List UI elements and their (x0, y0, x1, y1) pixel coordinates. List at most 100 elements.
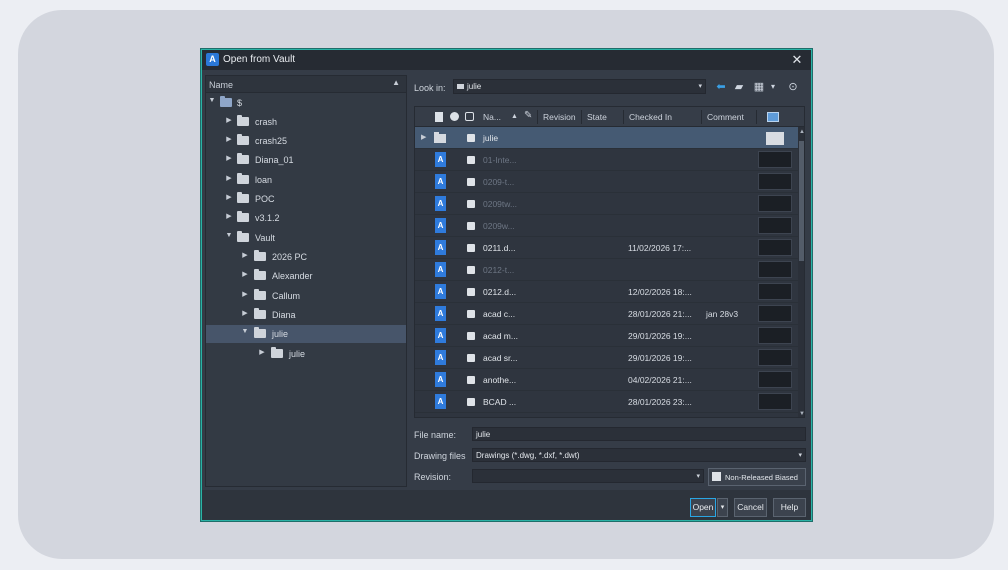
caret-right-icon[interactable]: ▶ (225, 193, 233, 201)
caret-down-icon[interactable]: ▼ (208, 97, 216, 104)
caret-right-icon[interactable]: ▶ (225, 212, 233, 220)
column-name[interactable]: Na... (483, 112, 501, 122)
file-type-select[interactable]: Drawings (*.dwg, *.dxf, *.dwt) ▾ (472, 448, 806, 462)
sort-ascending-icon[interactable]: ▲ (392, 78, 400, 87)
scrollbar-thumb[interactable] (799, 141, 804, 261)
open-button[interactable]: Open (690, 498, 716, 517)
table-row[interactable]: A 0212-t... (415, 259, 798, 281)
options-icon[interactable]: ⊙ (786, 80, 800, 94)
caret-right-icon[interactable]: ▶ (225, 154, 233, 162)
caret-right-icon[interactable]: ▶ (241, 290, 249, 298)
column-state[interactable]: State (587, 112, 607, 122)
row-checkbox[interactable] (467, 156, 475, 164)
close-icon[interactable]: ✕ (789, 52, 805, 68)
chevron-down-icon[interactable]: ▾ (696, 472, 700, 480)
row-checkbox[interactable] (467, 266, 475, 274)
caret-right-icon[interactable]: ▶ (241, 309, 249, 317)
row-checkbox[interactable] (467, 244, 475, 252)
look-in-dropdown[interactable]: julie ▾ (453, 79, 706, 94)
tree-node-loan[interactable]: ▶ loan (206, 171, 406, 189)
chevron-down-icon[interactable]: ▾ (698, 82, 702, 90)
tree-node-poc[interactable]: ▶ POC (206, 190, 406, 208)
title-bar[interactable]: A Open from Vault ✕ (202, 50, 811, 70)
row-checkbox[interactable] (467, 332, 475, 340)
caret-down-icon[interactable]: ▼ (225, 232, 233, 239)
status-column-icon[interactable] (450, 112, 459, 121)
file-type-column-icon[interactable] (435, 112, 443, 122)
scroll-down-icon[interactable]: ▼ (798, 411, 804, 417)
folder-icon (237, 115, 249, 126)
caret-right-icon[interactable]: ▶ (225, 135, 233, 143)
tree-node-julie-sub[interactable]: ▶ julie (206, 345, 406, 363)
table-row[interactable]: A BCAD ... 28/01/2026 23:... (415, 391, 798, 413)
back-arrow-icon[interactable]: ⬅ (714, 80, 728, 94)
table-row[interactable]: A acad sr... 29/01/2026 19:... (415, 347, 798, 369)
column-separator[interactable] (756, 110, 757, 124)
non-released-biased-button[interactable]: Non-Released Biased (708, 468, 806, 486)
caret-right-icon[interactable]: ▶ (241, 270, 249, 278)
table-row[interactable]: A 0211.d... 11/02/2026 17:... (415, 237, 798, 259)
column-comment[interactable]: Comment (707, 112, 744, 122)
table-row[interactable]: ▶ julie (415, 127, 798, 149)
row-checkbox[interactable] (467, 398, 475, 406)
cancel-button[interactable]: Cancel (734, 498, 767, 517)
caret-right-icon[interactable]: ▶ (225, 116, 233, 124)
tree-node-diana[interactable]: ▶ Diana (206, 306, 406, 324)
row-checkbox[interactable] (467, 178, 475, 186)
table-row[interactable]: A anothe... 04/02/2026 21:... (415, 369, 798, 391)
row-checkbox[interactable] (467, 376, 475, 384)
column-separator[interactable] (581, 110, 582, 124)
tree-node-crash25[interactable]: ▶ crash25 (206, 132, 406, 150)
row-checkbox[interactable] (467, 134, 475, 142)
column-separator[interactable] (623, 110, 624, 124)
tree-node-root[interactable]: ▼ $ (206, 94, 406, 112)
column-checked-in[interactable]: Checked In (629, 112, 672, 122)
row-checkbox[interactable] (467, 310, 475, 318)
thumbnail-column-icon[interactable] (767, 112, 779, 122)
table-row[interactable]: A 0212.d... 12/02/2026 18:... (415, 281, 798, 303)
tree-header[interactable]: Name ▲ (206, 76, 406, 93)
view-dropdown-icon[interactable]: ▾ (768, 80, 778, 94)
row-checkbox[interactable] (467, 354, 475, 362)
table-row[interactable]: A acad m... 29/01/2026 19:... (415, 325, 798, 347)
tree-node-v312[interactable]: ▶ v3.1.2 (206, 209, 406, 227)
tree-node-julie[interactable]: ▼ julie (206, 325, 406, 343)
file-name-input[interactable]: julie (472, 427, 806, 441)
caret-right-icon[interactable]: ▶ (241, 251, 249, 259)
open-options-button[interactable]: ▾ (717, 498, 728, 517)
up-folder-icon[interactable]: ▰ (732, 80, 746, 94)
table-row[interactable]: A acad c... 28/01/2026 21:... jan 28v3 (415, 303, 798, 325)
folder-tree[interactable]: Name ▲ ▼ $ ▶ crash ▶ crash25 ▶ Diana_01 … (205, 75, 407, 487)
caret-down-icon[interactable]: ▼ (241, 328, 249, 335)
sort-ascending-icon[interactable]: ▲ (511, 113, 518, 120)
view-grid-icon[interactable]: ▦ (752, 80, 766, 94)
column-separator[interactable] (537, 110, 538, 124)
tree-node-crash[interactable]: ▶ crash (206, 113, 406, 131)
row-checkbox[interactable] (467, 200, 475, 208)
row-checkbox[interactable] (467, 222, 475, 230)
file-grid[interactable]: Na... ▲ ✎ Revision State Checked In Comm… (414, 106, 805, 418)
row-checkbox[interactable] (467, 288, 475, 296)
table-row[interactable]: A 01-Inte... (415, 149, 798, 171)
help-button[interactable]: Help (773, 498, 806, 517)
tree-node-diana01[interactable]: ▶ Diana_01 (206, 151, 406, 169)
tree-node-label: Diana_01 (255, 155, 294, 165)
column-revision[interactable]: Revision (543, 112, 576, 122)
table-row[interactable]: A 0209w... (415, 215, 798, 237)
caret-right-icon[interactable]: ▶ (421, 133, 426, 141)
column-separator[interactable] (701, 110, 702, 124)
checkout-column-icon[interactable] (465, 112, 474, 121)
vertical-scrollbar[interactable]: ▲ ▼ (798, 127, 804, 417)
chevron-down-icon[interactable]: ▾ (798, 451, 802, 459)
caret-right-icon[interactable]: ▶ (258, 348, 266, 356)
tree-node-callum[interactable]: ▶ Callum (206, 287, 406, 305)
lifecycle-column-icon[interactable]: ✎ (524, 110, 532, 121)
tree-node-alexander[interactable]: ▶ Alexander (206, 267, 406, 285)
caret-right-icon[interactable]: ▶ (225, 174, 233, 182)
revision-select[interactable]: ▾ (472, 469, 704, 483)
table-row[interactable]: A 0209-t... (415, 171, 798, 193)
tree-node-vault[interactable]: ▼ Vault (206, 229, 406, 247)
table-row[interactable]: A 0209tw... (415, 193, 798, 215)
tree-node-2026pc[interactable]: ▶ 2026 PC (206, 248, 406, 266)
scroll-up-icon[interactable]: ▲ (798, 129, 804, 135)
